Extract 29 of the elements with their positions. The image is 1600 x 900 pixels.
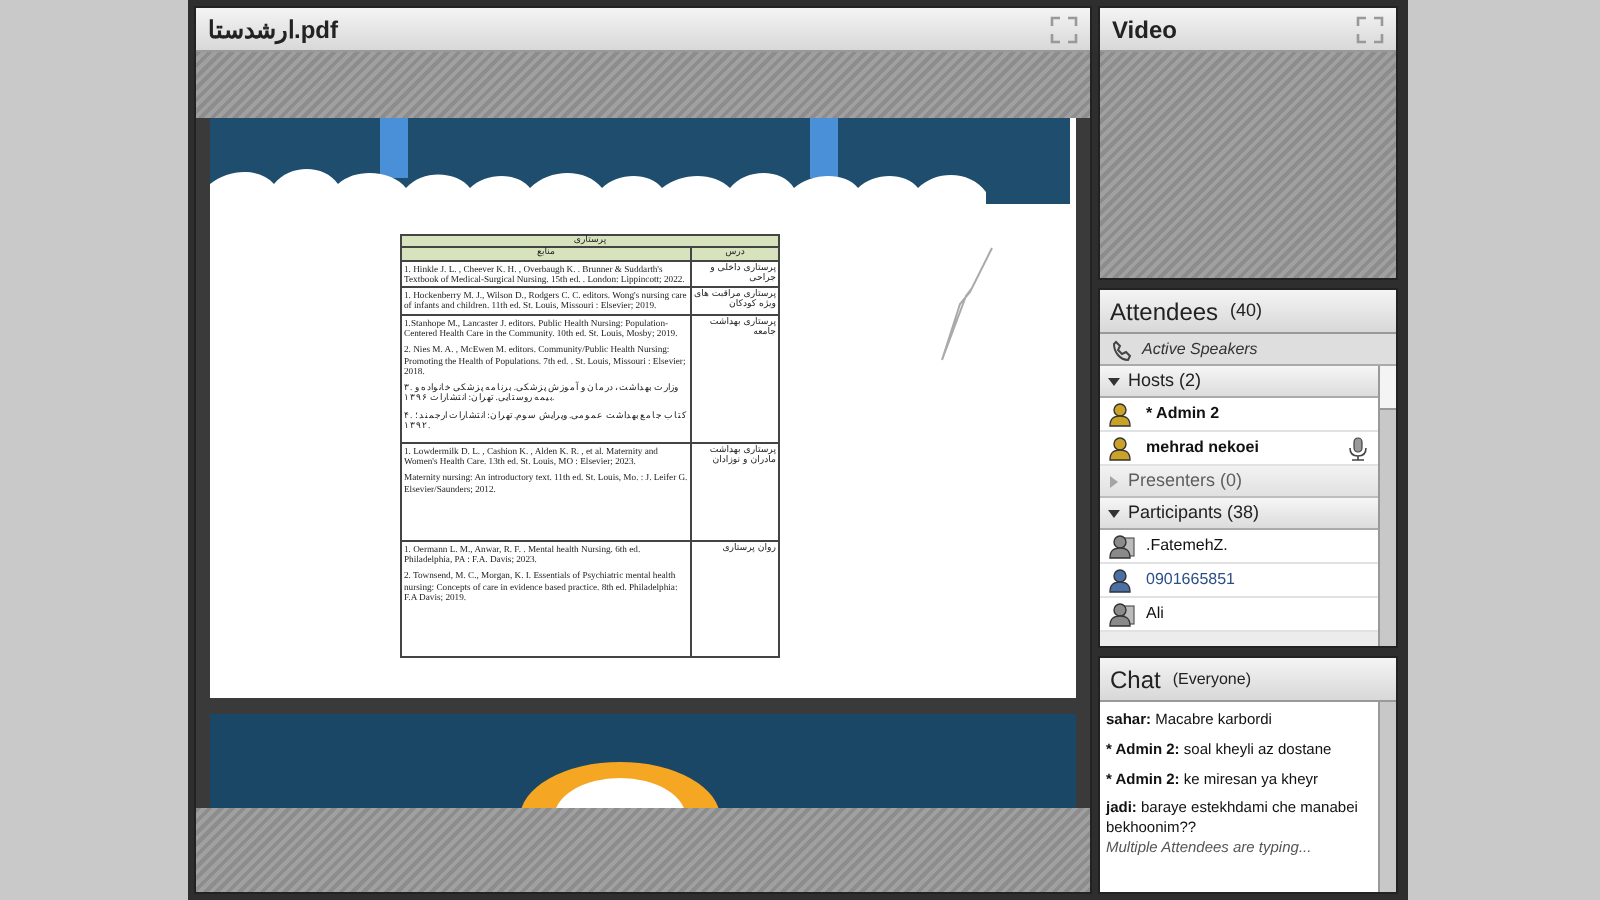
pod-title: Video	[1112, 13, 1177, 47]
attendee-row[interactable]: 0901665851	[1100, 564, 1378, 598]
fullscreen-button[interactable]	[1356, 15, 1384, 43]
group-header[interactable]: Participants (38)	[1100, 498, 1378, 530]
phone-icon	[1110, 337, 1134, 361]
scrollbar[interactable]	[1378, 366, 1396, 646]
user-icon	[1108, 601, 1136, 627]
pod-title: ارشدستا.pdf	[208, 13, 338, 47]
attendee-row[interactable]: * Admin 2	[1100, 398, 1378, 432]
attendee-count: (40)	[1230, 297, 1263, 324]
user-icon	[1108, 401, 1136, 427]
chat-audience: (Everyone)	[1172, 667, 1251, 691]
collapse-triangle-icon	[1108, 507, 1120, 519]
attendee-row[interactable]: .FatemehZ.	[1100, 530, 1378, 564]
active-speakers-bar[interactable]: Active Speakers	[1100, 334, 1396, 366]
pod-title: Attendees	[1110, 295, 1219, 329]
pod-title: Chat	[1110, 663, 1161, 697]
scrollbar[interactable]	[1378, 702, 1396, 892]
attendee-row[interactable]: Ali	[1100, 598, 1378, 632]
expand-triangle-icon	[1108, 475, 1120, 487]
fullscreen-button[interactable]	[1050, 15, 1078, 43]
collapse-triangle-icon	[1108, 375, 1120, 387]
attendee-row[interactable]: mehrad nekoei	[1100, 432, 1378, 466]
rocket-sketch-drawing	[936, 244, 996, 364]
group-header[interactable]: Presenters (0)	[1100, 466, 1378, 498]
user-icon	[1108, 533, 1136, 559]
group-header[interactable]: Hosts (2)	[1100, 366, 1378, 398]
user-icon	[1108, 435, 1136, 461]
phone-user-icon	[1108, 567, 1136, 593]
